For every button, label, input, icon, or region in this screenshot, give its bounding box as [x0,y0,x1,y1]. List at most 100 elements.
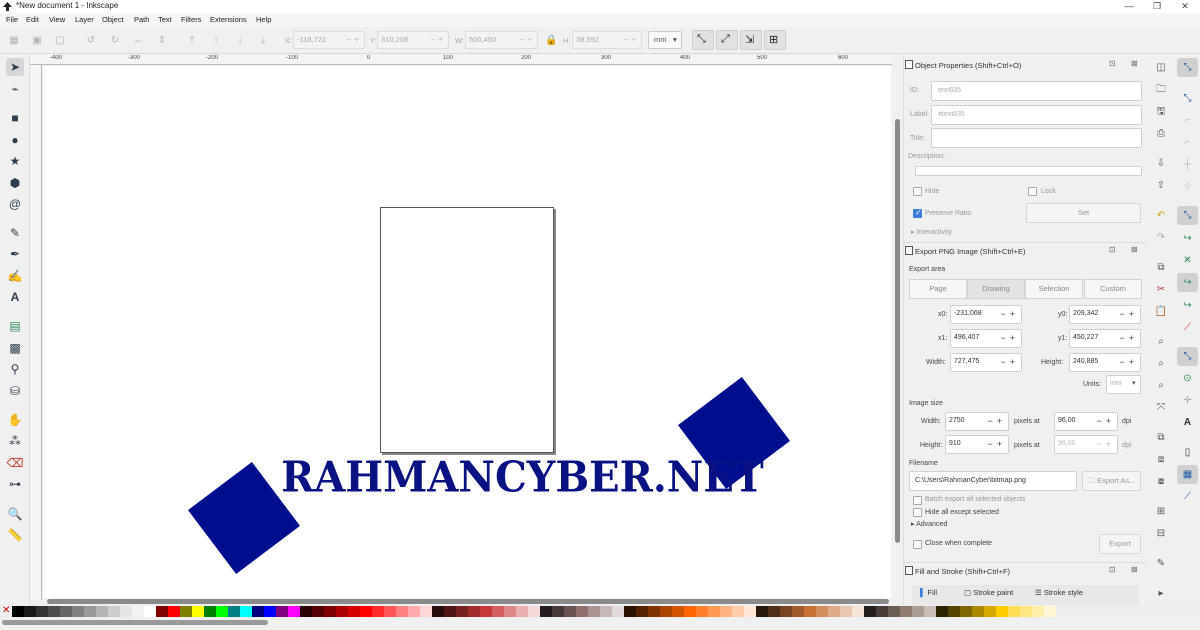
color-swatch[interactable] [300,606,312,617]
snap-text-baseline-icon[interactable]: A [1177,413,1198,432]
dpi-field[interactable]: 96,00 −+ [1054,412,1118,431]
mesh-tool-icon[interactable]: ▩ [6,339,24,357]
scroll-thumb[interactable] [895,119,900,543]
hide-checkbox[interactable] [913,187,922,196]
print-icon[interactable]: ⎙ [1154,127,1168,141]
snap-bbox-corner-icon[interactable]: ⌐ [1177,133,1198,152]
color-swatch[interactable] [516,606,528,617]
menu-layer[interactable]: Layer [75,15,94,24]
open-icon[interactable]: 🗀 [1154,83,1168,97]
logo-text[interactable]: RAHMANCYBER.NET [281,453,764,502]
menu-extensions[interactable]: Extensions [210,15,247,24]
color-swatch[interactable] [828,606,840,617]
cut-icon[interactable]: ✂ [1154,283,1168,297]
eraser-tool-icon[interactable]: ⌫ [6,454,24,472]
save-icon[interactable]: 🖫 [1154,105,1168,119]
color-swatch[interactable] [912,606,924,617]
color-swatch[interactable] [552,606,564,617]
raise-icon[interactable]: ↑ [210,35,222,47]
color-swatch[interactable] [660,606,672,617]
id-field[interactable]: text835 [931,81,1142,101]
color-swatch[interactable] [696,606,708,617]
text-tool-icon[interactable]: A [6,288,24,306]
palette-scrollbar[interactable] [0,618,1200,630]
new-document-icon[interactable]: ◫ [1154,61,1168,75]
zoom-width-icon[interactable]: ⤧ [1154,401,1168,415]
pencil-tool-icon[interactable]: ✎ [6,224,24,242]
color-swatch[interactable] [360,606,372,617]
tweak-tool-icon[interactable]: ✋ [6,411,24,429]
drawing-canvas[interactable]: RAHMANCYBER.NET [43,66,891,598]
color-swatch[interactable] [456,606,468,617]
lower-to-bottom-icon[interactable]: ⤓ [257,35,269,47]
color-swatch[interactable] [240,606,252,617]
lock-ratio-icon[interactable]: 🔒 [545,35,557,46]
close-when-complete-checkbox[interactable] [913,540,922,549]
color-swatch[interactable] [852,606,864,617]
maximize-button[interactable]: ❐ [1145,0,1169,13]
snap-nodes-icon[interactable]: ⤡ [1177,206,1198,225]
color-swatch[interactable] [888,606,900,617]
image-height-field[interactable]: 910 −+ [945,435,1009,454]
tab-stroke-paint[interactable]: ▢ Stroke paint [964,588,1013,597]
canvas-vertical-scrollbar[interactable] [893,66,902,598]
menu-text[interactable]: Text [158,15,172,24]
color-swatch[interactable] [864,606,876,617]
gradient-tool-icon[interactable]: ▤ [6,317,24,335]
color-swatch[interactable] [120,606,132,617]
redo-icon[interactable]: ↷ [1154,231,1168,245]
color-swatch[interactable] [780,606,792,617]
spray-tool-icon[interactable]: ⁂ [6,432,24,450]
y1-field[interactable]: 450,227 −+ [1069,329,1141,348]
color-swatch[interactable] [252,606,264,617]
color-swatch[interactable] [384,606,396,617]
advanced-expander[interactable]: ▸ Advanced [911,520,947,528]
color-swatch[interactable] [1008,606,1020,617]
raise-to-top-icon[interactable]: ⤒ [186,35,198,47]
snap-grid-icon[interactable]: ▦ [1177,465,1198,484]
move-patterns-button[interactable]: ⊞ [764,30,786,50]
scale-stroke-button[interactable]: ⤡ [692,30,714,50]
menu-help[interactable]: Help [256,15,271,24]
color-swatch[interactable] [408,606,420,617]
color-swatch[interactable] [840,606,852,617]
color-swatch[interactable] [12,606,24,617]
color-swatch[interactable] [624,606,636,617]
zoom-drawing-icon[interactable]: ⌕ [1154,357,1168,371]
close-icon[interactable]: ⊠ [1131,565,1138,574]
color-swatch[interactable] [588,606,600,617]
color-swatch[interactable] [816,606,828,617]
color-swatch[interactable] [288,606,300,617]
snap-others-icon[interactable]: ⤡ [1177,347,1198,366]
color-swatch[interactable] [1044,606,1056,617]
scale-corners-button[interactable]: ⤢ [716,30,738,50]
color-swatch[interactable] [156,606,168,617]
color-swatch[interactable] [612,606,624,617]
x-field[interactable]: -118,722 −+ [293,31,365,49]
tab-fill[interactable]: ▌ Fill [920,588,937,597]
width-field[interactable]: 727,475 −+ [950,353,1022,372]
ungroup-icon[interactable]: ⊟ [1154,527,1168,541]
panel-menu-icon[interactable]: ⊡ [1109,245,1116,254]
color-swatch[interactable] [672,606,684,617]
color-swatch[interactable] [84,606,96,617]
connector-tool-icon[interactable]: ⊶ [6,475,24,493]
zoom-tool-icon[interactable]: 🔍 [6,505,24,523]
pen-tool-icon[interactable]: ✒ [6,245,24,263]
duplicate-icon[interactable]: ⧉ [1154,431,1168,445]
ellipse-tool-icon[interactable]: ● [6,131,24,149]
snap-bbox-midpoint-icon[interactable]: ┼ [1177,155,1198,174]
color-swatch[interactable] [576,606,588,617]
color-swatch[interactable] [732,606,744,617]
close-window-button[interactable]: ✕ [1173,0,1197,13]
color-swatch[interactable] [684,606,696,617]
color-swatch[interactable] [180,606,192,617]
x0-field[interactable]: -231,068 −+ [950,305,1022,324]
tab-drawing[interactable]: Drawing [967,279,1025,299]
menu-path[interactable]: Path [134,15,149,24]
snap-smooth-nodes-icon[interactable]: ↪ [1177,296,1198,315]
filename-field[interactable]: C:\Users\RahmanCyber\bitmap.png [909,471,1077,491]
deselect-icon[interactable]: ▢ [54,35,66,47]
color-swatch[interactable] [504,606,516,617]
menu-filters[interactable]: Filters [181,15,201,24]
